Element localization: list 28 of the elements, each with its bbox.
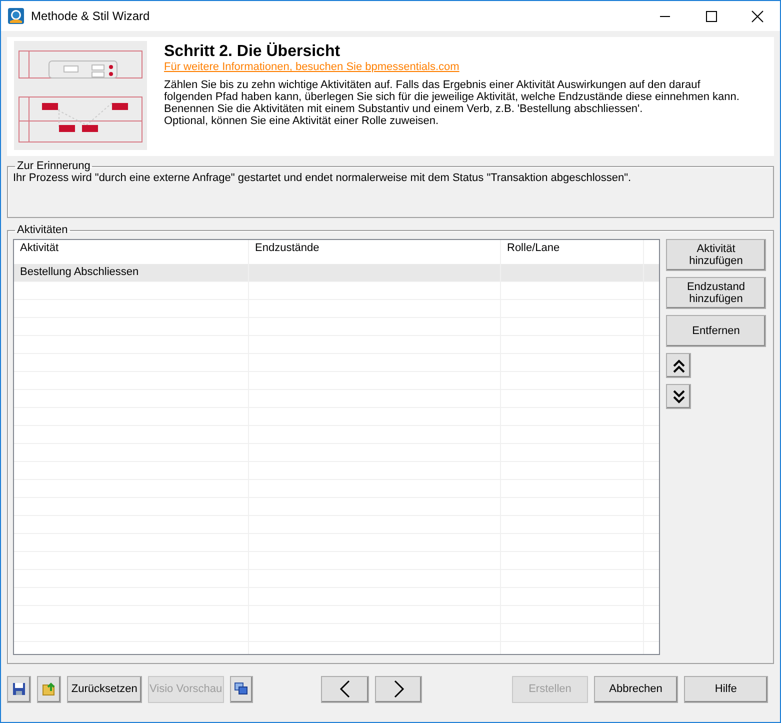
- window-title: Methode & Stil Wizard: [31, 9, 151, 23]
- help-button[interactable]: Hilfe: [684, 676, 768, 702]
- move-up-button[interactable]: [666, 353, 691, 378]
- export-button[interactable]: [36, 676, 61, 702]
- double-chevron-up-icon: [672, 358, 686, 374]
- folder-arrow-icon: [40, 681, 57, 697]
- group-label: Zur Erinnerung: [16, 160, 92, 172]
- chevron-right-icon: [392, 679, 405, 699]
- table-cell: Bestellung Abschliessen: [14, 264, 249, 281]
- windows-icon: [233, 681, 250, 697]
- add-activity-button[interactable]: Aktivität hinzufügen: [666, 239, 766, 271]
- reset-button[interactable]: Zurücksetzen: [66, 676, 142, 702]
- group-label: Aktivitäten: [16, 224, 69, 236]
- add-end-state-button[interactable]: Endzustand hinzufügen: [666, 277, 766, 309]
- reminder-text: Ihr Prozess wird "durch eine externe Anfrage" gestartet und endet normalerweise mit dem Status "Transaktion abgeschlossen".: [13, 172, 632, 185]
- copy-windows-button[interactable]: [230, 676, 254, 702]
- next-button[interactable]: [374, 676, 422, 702]
- double-chevron-down-icon: [672, 388, 686, 404]
- instructions-text: Zählen Sie bis zu zehn wichtige Aktivitäten auf. Falls das Ergebnis einer Aktivität Auswirkungen auf den darauf folgenden Pfad haben kann, überlegen Sie sich für die jeweilige Aktivität, welche Endzustände diese einnehmen kann. Benennen Sie die Aktivitäten mit einem Substantiv und einem Verb, z.B. 'Bestellung abschliessen'. Optional, können Sie eine Aktivität einer Rolle zuweisen.: [164, 79, 740, 127]
- cancel-button[interactable]: Abbrechen: [594, 676, 678, 702]
- remove-button[interactable]: Entfernen: [666, 315, 766, 347]
- app-logo-icon: [8, 8, 24, 24]
- table-row[interactable]: Bestellung Abschliessen: [14, 264, 659, 282]
- move-down-button[interactable]: [666, 384, 691, 409]
- save-button[interactable]: [7, 676, 31, 702]
- step-title: Schritt 2. Die Übersicht: [164, 43, 342, 61]
- back-button[interactable]: [321, 676, 369, 702]
- chevron-left-icon: [339, 679, 352, 699]
